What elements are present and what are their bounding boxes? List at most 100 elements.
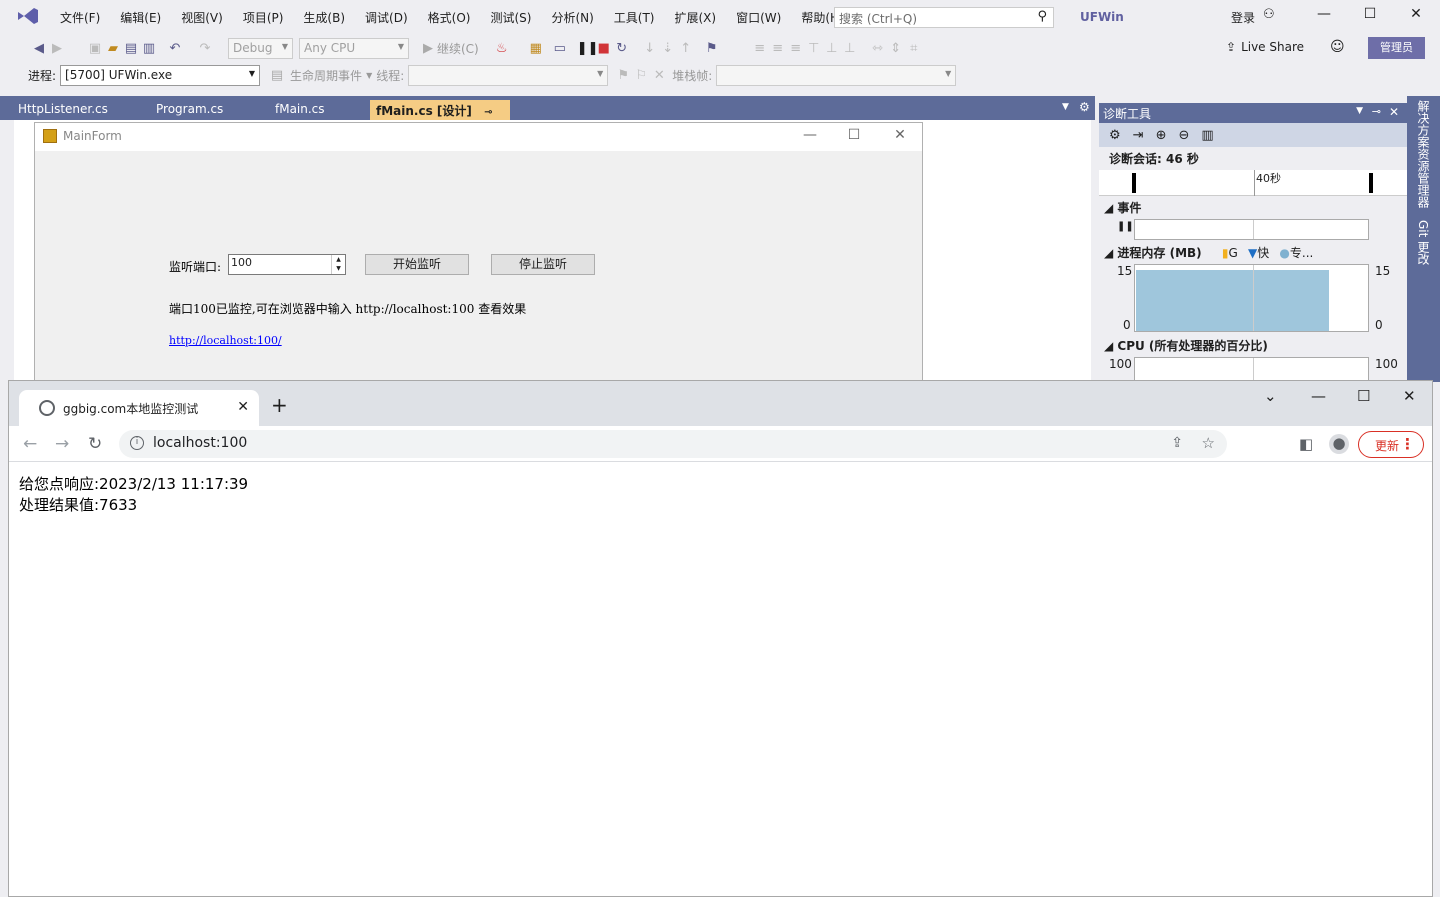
menu-extensions[interactable]: 扩展(X) bbox=[664, 9, 726, 26]
port-spinner[interactable]: ▲ ▼ bbox=[331, 255, 345, 274]
menu-edit[interactable]: 编辑(E) bbox=[110, 9, 171, 26]
solution-explorer-tab[interactable]: 解决方案资源管理器 bbox=[1415, 100, 1432, 208]
events-section[interactable]: ◢ 事件 bbox=[1099, 196, 1407, 219]
menu-project[interactable]: 项目(P) bbox=[233, 9, 294, 26]
platform-dropdown[interactable]: Any CPU ▼ bbox=[299, 37, 409, 59]
flag-icon[interactable]: ⚑ bbox=[614, 68, 632, 83]
size-icon[interactable]: ⇕ bbox=[887, 41, 905, 56]
new-tab-icon[interactable]: + bbox=[271, 393, 288, 417]
align-right-icon[interactable]: ≡ bbox=[787, 41, 805, 56]
address-bar[interactable]: i localhost:100 ⇪ ☆ bbox=[119, 430, 1227, 458]
browser-minimize-icon[interactable]: — bbox=[1311, 387, 1326, 405]
restart-icon[interactable]: ↻ bbox=[613, 41, 631, 56]
open-file-icon[interactable]: ▰ bbox=[104, 41, 122, 56]
pin-icon[interactable]: ⊸ bbox=[484, 107, 492, 118]
continue-button[interactable]: 继续(C) bbox=[437, 40, 479, 57]
panel-menu-icon[interactable]: ▼ bbox=[1356, 106, 1363, 116]
localhost-link[interactable]: http://localhost:100/ bbox=[169, 334, 282, 347]
menu-analyze[interactable]: 分析(N) bbox=[541, 9, 603, 26]
forward-arrow-icon[interactable]: → bbox=[55, 434, 69, 454]
chart-icon[interactable]: ▥ bbox=[1201, 128, 1213, 143]
configuration-dropdown[interactable]: Debug ▼ bbox=[228, 37, 293, 59]
tab-overflow-icon[interactable]: ▼ bbox=[1062, 102, 1069, 112]
panel-close-icon[interactable]: ✕ bbox=[1389, 105, 1399, 119]
thread-dropdown[interactable]: ▼ bbox=[408, 65, 609, 86]
lifecycle-events-button[interactable]: 生命周期事件 bbox=[290, 67, 362, 84]
menu-view[interactable]: 视图(V) bbox=[171, 9, 233, 26]
search-input[interactable]: 搜索 (Ctrl+Q) ⚲ bbox=[834, 7, 1054, 28]
filter-icon[interactable]: ✕ bbox=[650, 68, 668, 83]
close-icon[interactable]: ✕ bbox=[1404, 6, 1428, 28]
back-arrow-icon[interactable]: ← bbox=[23, 434, 37, 454]
align-top-icon[interactable]: ⊤ bbox=[805, 41, 823, 56]
align-bottom-icon[interactable]: ⊥ bbox=[841, 41, 859, 56]
timeline-ruler[interactable]: 40秒 bbox=[1099, 170, 1407, 196]
memory-section[interactable]: ◢ 进程内存 (MB) ▮G ▼快 ●专... bbox=[1099, 241, 1407, 264]
more-menu-icon[interactable]: ⋮ bbox=[1400, 435, 1415, 453]
play-icon[interactable]: ▶ bbox=[419, 41, 437, 56]
menu-test[interactable]: 测试(S) bbox=[480, 9, 541, 26]
timeline-end-handle[interactable] bbox=[1369, 173, 1373, 193]
form-minimize-icon[interactable]: — bbox=[795, 127, 825, 143]
stop-listen-button[interactable]: 停止监听 bbox=[491, 254, 595, 275]
align-left-icon[interactable]: ≡ bbox=[751, 41, 769, 56]
browser-tab[interactable]: ggbig.com本地监控测试 ✕ bbox=[19, 390, 259, 426]
side-panel-icon[interactable]: ◧ bbox=[1299, 435, 1313, 453]
git-changes-tab[interactable]: Git 更改 bbox=[1415, 220, 1432, 265]
menu-format[interactable]: 格式(O) bbox=[418, 9, 481, 26]
close-tab-icon[interactable]: ✕ bbox=[237, 399, 249, 415]
site-info-icon[interactable]: i bbox=[130, 436, 144, 450]
share-page-icon[interactable]: ⇪ bbox=[1171, 435, 1183, 451]
tab-httplistener[interactable]: HttpListener.cs bbox=[12, 100, 114, 120]
menu-tools[interactable]: 工具(T) bbox=[604, 9, 665, 26]
update-button[interactable]: 更新 ⋮ bbox=[1358, 431, 1424, 458]
maximize-icon[interactable]: ☐ bbox=[1358, 6, 1382, 28]
new-project-icon[interactable]: ▣ bbox=[86, 41, 104, 56]
process-dropdown[interactable]: [5700] UFWin.exe ▼ bbox=[60, 65, 261, 86]
redo-icon[interactable]: ↷ bbox=[196, 41, 214, 56]
align-middle-icon[interactable]: ⊥ bbox=[823, 41, 841, 56]
start-listen-button[interactable]: 开始监听 bbox=[365, 254, 469, 275]
save-all-icon[interactable]: ▥ bbox=[140, 41, 158, 56]
menu-file[interactable]: 文件(F) bbox=[50, 9, 110, 26]
stack-frame-dropdown[interactable]: ▼ bbox=[716, 65, 957, 86]
threads-icon[interactable]: ⚐ bbox=[632, 68, 650, 83]
browse-icon[interactable]: ▦ bbox=[527, 41, 545, 56]
events-pause-icon[interactable]: ❚❚ bbox=[1117, 221, 1134, 232]
menu-debug[interactable]: 调试(D) bbox=[355, 9, 418, 26]
hot-reload-icon[interactable]: ♨ bbox=[493, 41, 511, 56]
grid-icon[interactable]: ⌗ bbox=[905, 41, 923, 56]
tab-search-icon[interactable]: ⌄ bbox=[1264, 387, 1277, 405]
step-into-icon[interactable]: ↓ bbox=[641, 41, 659, 56]
save-icon[interactable]: ▤ bbox=[122, 41, 140, 56]
tab-fmain-designer[interactable]: fMain.cs [设计] ⊸ ✕ bbox=[370, 100, 510, 133]
bookmark-star-icon[interactable]: ☆ bbox=[1202, 434, 1215, 452]
zoom-in-icon[interactable]: ⊕ bbox=[1156, 128, 1167, 143]
step-out-icon[interactable]: ↑ bbox=[677, 41, 695, 56]
feedback-icon[interactable]: ☺ bbox=[1330, 39, 1345, 55]
settings-icon[interactable]: ⚙ bbox=[1109, 128, 1121, 143]
tab-program[interactable]: Program.cs bbox=[150, 100, 229, 120]
cpu-section[interactable]: ◢ CPU (所有处理器的百分比) bbox=[1099, 334, 1407, 357]
port-input[interactable]: 100 ▲ ▼ bbox=[228, 254, 346, 275]
account-icon[interactable]: ⚇ bbox=[1263, 7, 1275, 22]
pause-icon[interactable]: ❚❚ bbox=[577, 41, 599, 56]
profile-avatar-icon[interactable]: ● bbox=[1329, 434, 1349, 454]
breakpoints-icon[interactable]: ⚑ bbox=[703, 41, 721, 56]
forward-icon[interactable]: ▶ bbox=[48, 41, 66, 56]
spacing-icon[interactable]: ⇿ bbox=[869, 41, 887, 56]
browser-close-icon[interactable]: ✕ bbox=[1403, 387, 1416, 405]
export-icon[interactable]: ⇥ bbox=[1133, 128, 1144, 143]
login-link[interactable]: 登录 bbox=[1231, 9, 1255, 26]
timeline-start-handle[interactable] bbox=[1132, 173, 1136, 193]
zoom-out-icon[interactable]: ⊖ bbox=[1178, 128, 1189, 143]
align-center-icon[interactable]: ≡ bbox=[769, 41, 787, 56]
form-maximize-icon[interactable]: ☐ bbox=[839, 127, 869, 143]
menu-window[interactable]: 窗口(W) bbox=[726, 9, 791, 26]
panel-pin-icon[interactable]: ⊸ bbox=[1372, 105, 1381, 118]
tab-settings-icon[interactable]: ⚙ bbox=[1079, 100, 1090, 114]
layout-icon[interactable]: ▭ bbox=[551, 41, 569, 56]
browser-maximize-icon[interactable]: ☐ bbox=[1357, 387, 1370, 405]
reload-icon[interactable]: ↻ bbox=[88, 434, 102, 454]
menu-build[interactable]: 生成(B) bbox=[293, 9, 355, 26]
